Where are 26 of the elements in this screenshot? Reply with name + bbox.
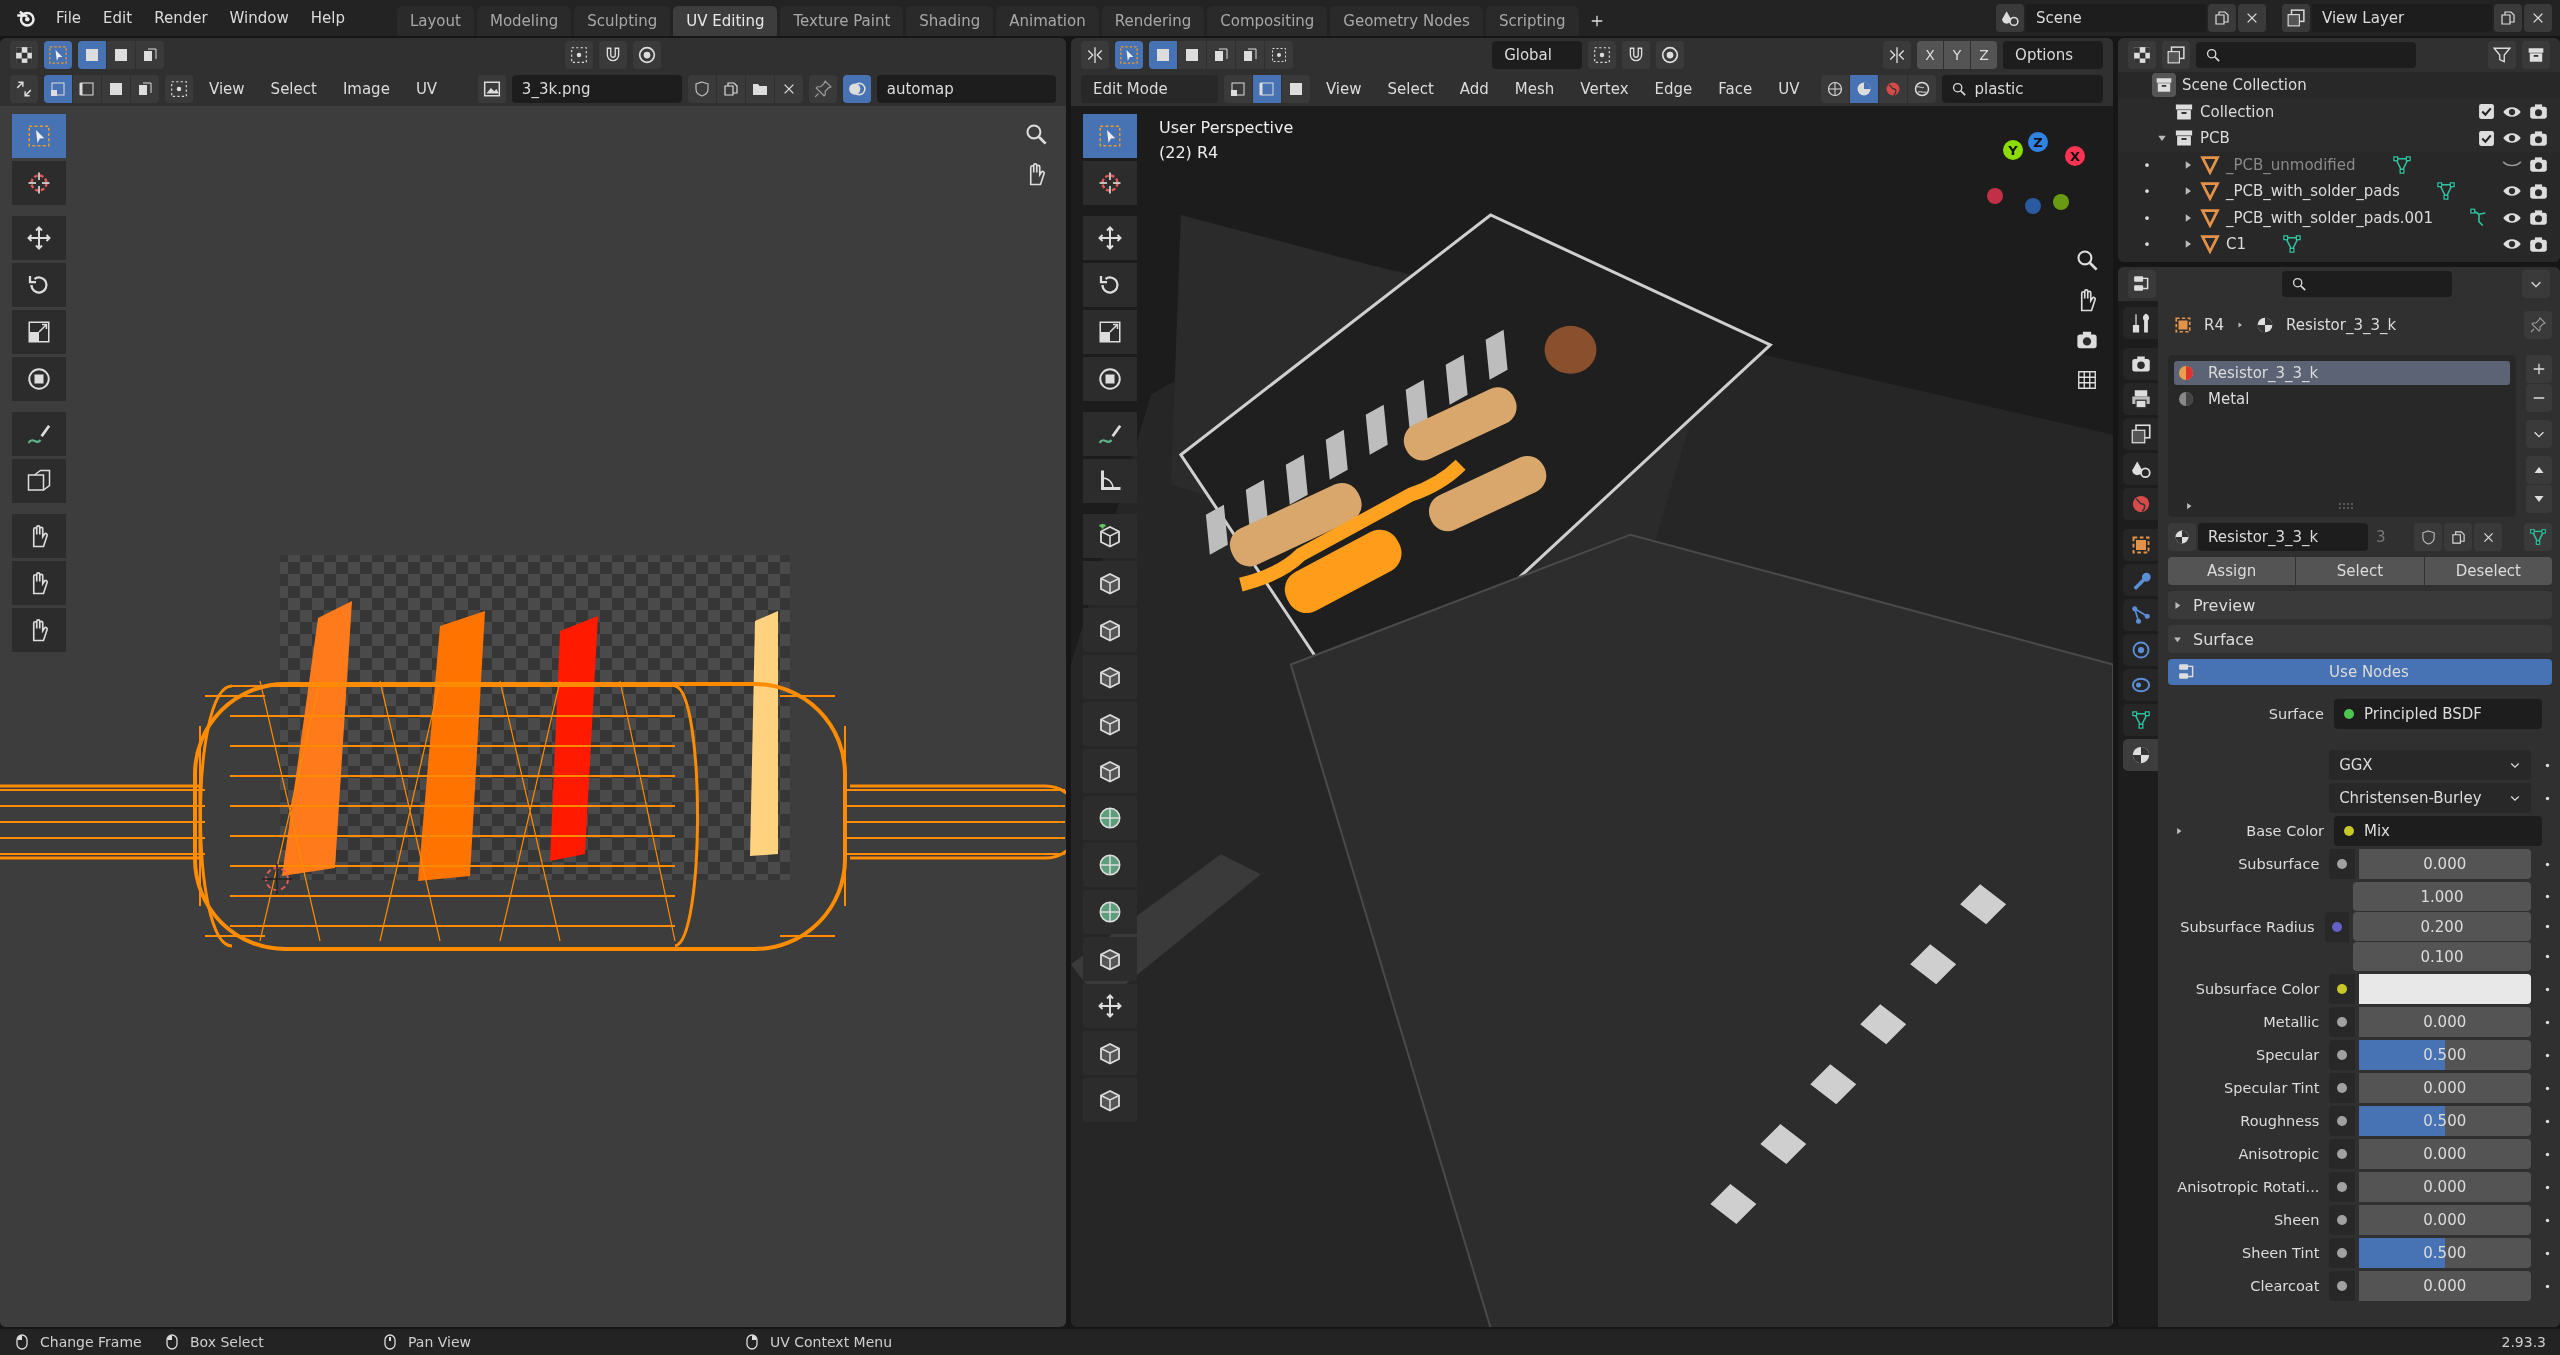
property-label: Specular Tint <box>2224 1080 2320 1096</box>
property-label: Specular <box>2255 1047 2320 1063</box>
property-label: Subsurface Radius <box>2180 918 2315 935</box>
status-hint: Change Frame <box>40 1334 142 1350</box>
property-label: Clearcoat <box>2250 1278 2320 1294</box>
panel-title: Surface <box>2193 629 2254 649</box>
panel-title: Preview <box>2193 595 2256 615</box>
status-hint: Box Select <box>190 1334 264 1350</box>
property-label: Base Color <box>2246 823 2324 839</box>
version-text: 2.93.3 <box>2501 1334 2546 1350</box>
search-text: plastic <box>1974 80 2024 98</box>
property-label: Roughness <box>2240 1113 2320 1129</box>
viewport-info-text: (22) R4 <box>1159 143 1220 162</box>
property-label: Subsurface <box>2238 856 2320 872</box>
property-label: Anisotropic Rotati... <box>2177 1179 2320 1195</box>
status-hint: UV Context Menu <box>770 1334 892 1350</box>
viewport-info-text: User Perspective <box>1159 118 1294 137</box>
property-label: Anisotropic <box>2238 1146 2320 1162</box>
property-label: Subsurface Color <box>2195 981 2320 997</box>
property-label: Sheen Tint <box>2242 1245 2320 1261</box>
material-name: Resistor_3_3_k <box>2285 316 2397 334</box>
status-hint: Pan View <box>408 1334 471 1350</box>
property-label: Metallic <box>2263 1014 2320 1030</box>
object-name: R4 <box>2204 316 2224 334</box>
property-label: Sheen <box>2273 1212 2320 1228</box>
property-label: Surface <box>2268 706 2324 722</box>
